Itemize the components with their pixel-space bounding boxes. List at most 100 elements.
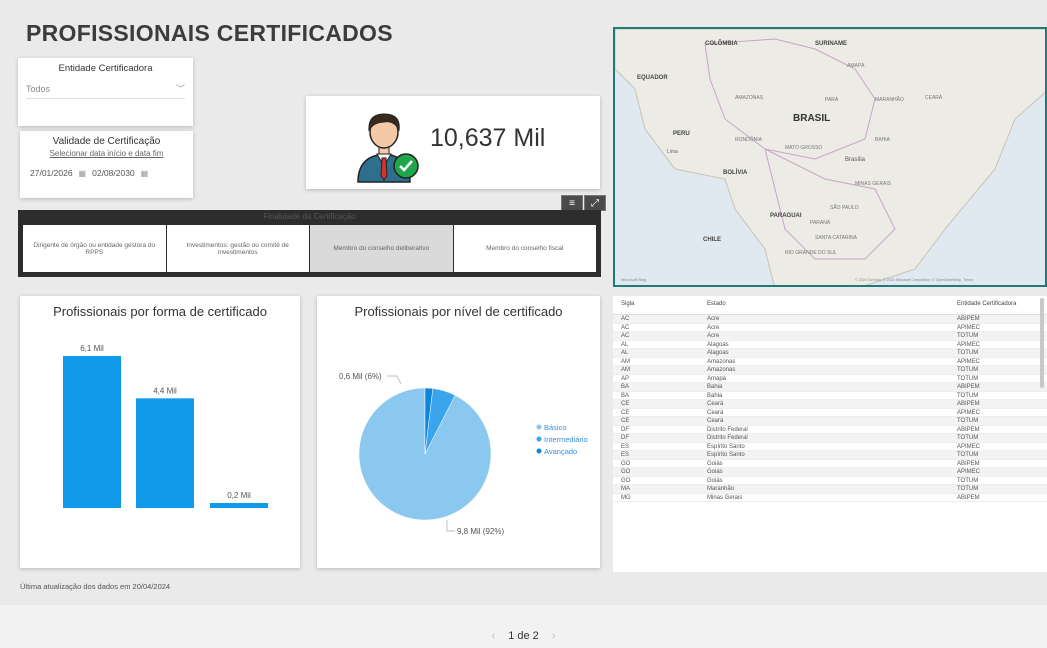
table-row[interactable]: AC Acre APIMEC (613, 324, 1047, 332)
cell-estado: Alagoas (707, 350, 729, 356)
table-scrollbar[interactable] (1040, 298, 1044, 388)
table-row[interactable]: AM Amazonas TOTUM (613, 366, 1047, 375)
previous-page-icon[interactable]: ‹ (491, 630, 495, 642)
map-label-colombia: COLÔMBIA (705, 39, 738, 47)
finalidade-option-fiscal[interactable]: Membro do conselho fiscal (453, 225, 596, 272)
table-row[interactable]: GO Goiás TOTUM (613, 477, 1047, 485)
date-start-field[interactable]: 27/01/2026 (30, 168, 73, 178)
column-header-estado[interactable]: Estado (707, 301, 957, 307)
pie-chart-svg: 0,6 Mil (6%) 9,8 Mil (92%) Básico Intermedi… (339, 372, 588, 536)
table-row[interactable]: DF Distrito Federal ABIPEM (613, 426, 1047, 434)
map-visual[interactable]: COLÔMBIA SURINAME EQUADOR AMAPÁ AMAZONAS… (613, 27, 1047, 287)
cell-sigla: MA (621, 486, 630, 492)
kpi-card: 10,637 Mil (306, 96, 600, 189)
pie-chart-card: Profissionais por nível de certificado 0… (317, 296, 600, 568)
pie-leader-line (387, 375, 402, 385)
calendar-icon[interactable]: ▦ (141, 169, 149, 178)
table-row[interactable]: AL Alagoas TOTUM (613, 349, 1047, 358)
cell-sigla: AL (621, 350, 629, 356)
map-label-amazonas: AMAZONAS (735, 95, 764, 101)
map-label-maranhao: MARANHÃO (875, 96, 904, 103)
cell-entidade: APIMEC (957, 358, 981, 365)
map-label-amapa: AMAPÁ (847, 62, 865, 69)
pie-leader-line (446, 520, 455, 532)
table-row[interactable]: AC Acre ABIPEM (613, 315, 1047, 324)
bar-chart-card: Profissionais por forma de certificado 6… (20, 296, 300, 568)
next-page-icon[interactable]: › (552, 630, 556, 642)
cell-sigla: AP (621, 375, 630, 382)
calendar-icon[interactable]: ▦ (79, 169, 87, 178)
page-title: PROFISSIONAIS CERTIFICADOS (26, 20, 393, 46)
table-row[interactable]: BA Bahia TOTUM (613, 392, 1047, 400)
table-row[interactable]: GO Goiás ABIPEM (613, 460, 1047, 468)
table-row[interactable]: AC Acre TOTUM (613, 332, 1047, 341)
cell-sigla: AL (621, 341, 629, 348)
finalidade-filter-label: Finalidade da Certificação (263, 212, 356, 221)
table-row[interactable]: ES Espírito Santo APIMEC (613, 443, 1047, 451)
cell-entidade: ABIPEM (957, 384, 980, 390)
cell-entidade: APIMEC (957, 469, 981, 475)
map-label-para: PARÁ (825, 96, 839, 103)
cell-estado: Amapá (707, 375, 727, 382)
bar[interactable] (136, 398, 194, 508)
table-row[interactable]: BA Bahia ABIPEM (613, 383, 1047, 392)
legend-label[interactable]: Avançado (544, 447, 577, 456)
legend-label[interactable]: Intermediário (544, 435, 588, 444)
table-row[interactable]: MA Maranhão TOTUM (613, 485, 1047, 494)
cell-sigla: AC (621, 333, 630, 339)
map-label-bahia: BAHIA (875, 137, 891, 143)
cell-sigla: CE (621, 418, 630, 424)
focus-mode-icon[interactable]: ⤢ (584, 195, 606, 211)
cell-estado: Maranhão (707, 486, 735, 492)
table-row[interactable]: CE Ceará TOTUM (613, 417, 1047, 426)
cell-entidade: APIMEC (957, 324, 981, 331)
table-row[interactable]: GO Goiás APIMEC (613, 468, 1047, 477)
table-row[interactable]: AL Alagoas APIMEC (613, 341, 1047, 349)
entidade-slicer-label: Entidade Certificadora (58, 63, 153, 74)
map-label-chile: CHILE (703, 237, 721, 243)
table-row[interactable]: AM Amazonas APIMEC (613, 358, 1047, 366)
pie-label-large: 9,8 Mil (92%) (457, 527, 504, 536)
cell-sigla: DF (621, 435, 629, 441)
table-row[interactable]: MG Minas Gerais ABIPEM (613, 494, 1047, 502)
cell-entidade: TOTUM (957, 375, 979, 382)
date-end-field[interactable]: 02/08/2030 (92, 168, 135, 178)
finalidade-option-deliberativo[interactable]: Membro do conselho deliberativo (310, 225, 453, 272)
map-copyright: © 2024 TomTom, © 2024 Microsoft Corporat… (855, 278, 973, 282)
validade-select-link[interactable]: Selecionar data início e data fim (20, 149, 193, 158)
map-svg: COLÔMBIA SURINAME EQUADOR AMAPÁ AMAZONAS… (615, 29, 1045, 285)
cell-sigla: BA (621, 384, 630, 390)
cell-sigla: ES (621, 452, 630, 458)
cell-estado: Espírito Santo (707, 443, 745, 450)
certificados-table: Sigla Estado Entidade Certificadora AC Ac… (613, 296, 1047, 572)
finalidade-option-dirigente[interactable]: Dirigente de órgão ou entidade gestora d… (23, 225, 166, 272)
cell-estado: Goiás (707, 469, 723, 475)
table-row[interactable]: DF Distrito Federal TOTUM (613, 434, 1047, 443)
finalidade-filter: Finalidade da Certificação Dirigente de … (18, 210, 601, 277)
column-header-sigla[interactable]: Sigla (613, 301, 707, 307)
finalidade-option-investimentos[interactable]: Investimentos: gestão ou comitê de inves… (166, 225, 309, 272)
entidade-dropdown[interactable]: Todos ﹀ (26, 82, 185, 99)
cell-entidade: ABIPEM (957, 426, 980, 433)
table-row[interactable]: CE Ceará APIMEC (613, 409, 1047, 417)
column-header-entidade[interactable]: Entidade Certificadora (957, 301, 1037, 307)
map-label-brasil: BRASIL (793, 113, 830, 124)
map-label-paraguai: PARAGUAI (770, 213, 802, 219)
bar-data-label: 0,2 Mil (227, 491, 251, 500)
cell-sigla: CE (621, 401, 630, 407)
cell-entidade: APIMEC (957, 341, 981, 348)
table-row[interactable]: AP Amapá TOTUM (613, 375, 1047, 383)
entidade-slicer: Entidade Certificadora Todos ﹀ (18, 58, 193, 126)
cell-entidade: TOTUM (957, 435, 979, 441)
legend-label[interactable]: Básico (544, 423, 567, 432)
map-label-santa-catarina: SANTA CATARINA (815, 235, 858, 241)
cell-sigla: AC (621, 324, 630, 331)
map-label-parana: PARANÁ (810, 219, 831, 226)
table-row[interactable]: CE Ceará ABIPEM (613, 400, 1047, 409)
bar[interactable] (63, 355, 121, 508)
map-label-brasilia: Brasília (845, 157, 866, 163)
bar[interactable] (210, 503, 268, 508)
filter-icon[interactable]: ≡ (561, 195, 583, 211)
table-row[interactable]: ES Espírito Santo TOTUM (613, 451, 1047, 460)
cell-entidade: ABIPEM (957, 494, 980, 501)
